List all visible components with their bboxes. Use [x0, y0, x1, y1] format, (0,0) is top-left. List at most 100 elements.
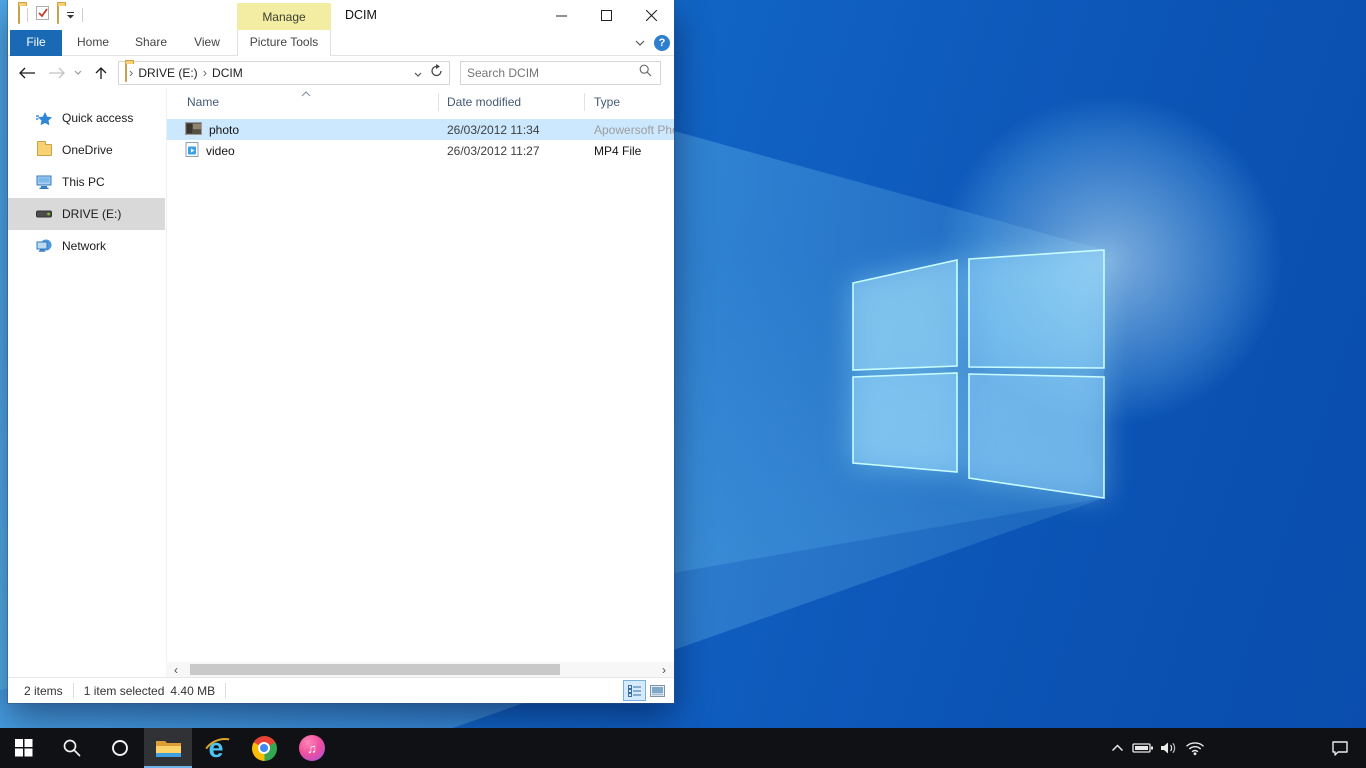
- cortana-circle-icon: [111, 739, 129, 757]
- sidebar-item-onedrive[interactable]: OneDrive: [8, 134, 165, 166]
- file-name: video: [206, 144, 235, 158]
- status-bar: 2 items 1 item selected 4.40 MB: [8, 677, 674, 703]
- breadcrumb-separator-icon: ›: [127, 65, 135, 82]
- refresh-icon[interactable]: [428, 64, 449, 82]
- sidebar-item-label: This PC: [62, 175, 105, 189]
- forward-icon[interactable]: [44, 60, 70, 85]
- column-separator[interactable]: [438, 93, 439, 111]
- address-bar[interactable]: › DRIVE (E:) › DCIM: [118, 61, 450, 85]
- breadcrumb-dcim[interactable]: DCIM: [209, 66, 246, 80]
- sidebar-item-network[interactable]: Network: [8, 230, 165, 262]
- file-date-modified: 26/03/2012 11:34: [438, 123, 584, 137]
- taskbar-internet-explorer-button[interactable]: e: [192, 728, 240, 768]
- address-folder-icon: [125, 64, 127, 82]
- quick-access-toolbar: [18, 0, 83, 30]
- navigation-bar: › DRIVE (E:) › DCIM: [8, 57, 674, 88]
- caption-buttons: [539, 0, 674, 30]
- tab-view[interactable]: View: [182, 30, 232, 56]
- internet-explorer-icon: e: [208, 735, 223, 762]
- onedrive-folder-icon: [36, 142, 52, 158]
- help-icon[interactable]: ?: [654, 35, 670, 51]
- explorer-window: Manage DCIM File Home Share View Picture…: [8, 0, 674, 703]
- tab-picture-tools[interactable]: Picture Tools: [237, 30, 331, 56]
- scroll-left-icon[interactable]: ‹: [168, 662, 184, 677]
- ribbon-collapse-chevron-icon[interactable]: [630, 34, 650, 52]
- cortana-button[interactable]: [96, 728, 144, 768]
- taskbar-search-button[interactable]: [48, 728, 96, 768]
- table-row-video[interactable]: video 26/03/2012 11:27 MP4 File: [167, 140, 674, 161]
- status-separator: [225, 683, 226, 698]
- close-button[interactable]: [629, 0, 674, 30]
- search-input[interactable]: [461, 66, 631, 80]
- start-button[interactable]: [0, 728, 48, 768]
- back-icon[interactable]: [14, 60, 40, 85]
- column-separator[interactable]: [584, 93, 585, 111]
- up-icon[interactable]: [88, 60, 114, 85]
- windows-start-icon: [15, 739, 33, 757]
- sidebar-item-drive-e[interactable]: DRIVE (E:): [8, 198, 165, 230]
- sidebar-item-label: Quick access: [62, 111, 133, 125]
- windows-logo: [840, 238, 1116, 510]
- tray-expand-chevron-icon[interactable]: [1104, 728, 1130, 768]
- address-dropdown-icon[interactable]: [408, 64, 428, 82]
- sidebar-item-quick-access[interactable]: Quick access: [8, 102, 165, 134]
- wifi-icon[interactable]: [1182, 728, 1208, 768]
- maximize-button[interactable]: [584, 0, 629, 30]
- horizontal-scrollbar[interactable]: ‹ ›: [166, 662, 674, 677]
- photo-thumbnail-icon: [185, 122, 202, 138]
- sidebar-item-label: Network: [62, 239, 106, 253]
- video-file-icon: [185, 142, 199, 160]
- status-separator: [73, 683, 74, 698]
- drive-icon: [36, 206, 52, 222]
- taskbar-itunes-button[interactable]: ♫: [288, 728, 336, 768]
- battery-icon[interactable]: [1130, 728, 1156, 768]
- navigation-pane: Quick access OneDrive This PC DRIVE (E:): [8, 88, 165, 678]
- qat-separator: [27, 8, 28, 22]
- taskbar-chrome-button[interactable]: [240, 728, 288, 768]
- scrollbar-thumb[interactable]: [190, 664, 560, 675]
- sidebar-item-label: DRIVE (E:): [62, 207, 121, 221]
- tab-file[interactable]: File: [10, 30, 62, 56]
- volume-icon[interactable]: [1156, 728, 1182, 768]
- tab-share[interactable]: Share: [124, 30, 178, 56]
- view-toggle-buttons: [624, 681, 668, 700]
- file-explorer-icon: [155, 738, 182, 759]
- file-type: Apowersoft Photo: [584, 123, 674, 137]
- system-tray: [1104, 728, 1366, 768]
- file-name: photo: [209, 123, 239, 137]
- properties-check-icon[interactable]: [35, 5, 50, 26]
- recent-dropdown-icon[interactable]: [70, 60, 86, 85]
- selection-size: 4.40 MB: [170, 684, 215, 698]
- column-header-date-modified[interactable]: Date modified: [438, 95, 584, 109]
- breadcrumb-drive[interactable]: DRIVE (E:): [135, 66, 200, 80]
- qat-separator: [82, 8, 83, 22]
- file-type: MP4 File: [584, 144, 674, 158]
- taskbar: e ♫: [0, 728, 1366, 768]
- column-header-type[interactable]: Type: [584, 95, 674, 109]
- network-icon: [36, 238, 52, 254]
- itunes-icon: ♫: [299, 735, 325, 761]
- file-list-pane: Name Date modified Type photo 26/03/2012…: [166, 88, 674, 662]
- tab-home[interactable]: Home: [66, 30, 120, 56]
- thumbnail-view-icon[interactable]: [647, 681, 668, 700]
- scroll-right-icon[interactable]: ›: [656, 662, 672, 677]
- sidebar-item-this-pc[interactable]: This PC: [8, 166, 165, 198]
- sidebar-item-label: OneDrive: [62, 143, 113, 157]
- this-pc-monitor-icon: [36, 174, 52, 190]
- details-view-icon[interactable]: [624, 681, 645, 700]
- breadcrumb-separator-icon: ›: [201, 65, 209, 82]
- taskbar-file-explorer-button[interactable]: [144, 728, 192, 768]
- qat-dropdown-arrow-icon[interactable]: [66, 6, 75, 24]
- qat-folder-icon[interactable]: [18, 6, 20, 24]
- new-folder-icon[interactable]: [57, 6, 59, 24]
- search-box: [460, 61, 661, 85]
- table-row-photo[interactable]: photo 26/03/2012 11:34 Apowersoft Photo: [167, 119, 674, 140]
- column-headers: Name Date modified Type: [167, 88, 674, 116]
- search-icon[interactable]: [631, 64, 660, 82]
- action-center-icon[interactable]: [1318, 728, 1362, 768]
- contextual-tab-group[interactable]: Manage: [237, 3, 331, 30]
- search-icon: [62, 738, 82, 758]
- chrome-icon: [252, 736, 277, 761]
- window-title: DCIM: [345, 0, 377, 30]
- minimize-button[interactable]: [539, 0, 584, 30]
